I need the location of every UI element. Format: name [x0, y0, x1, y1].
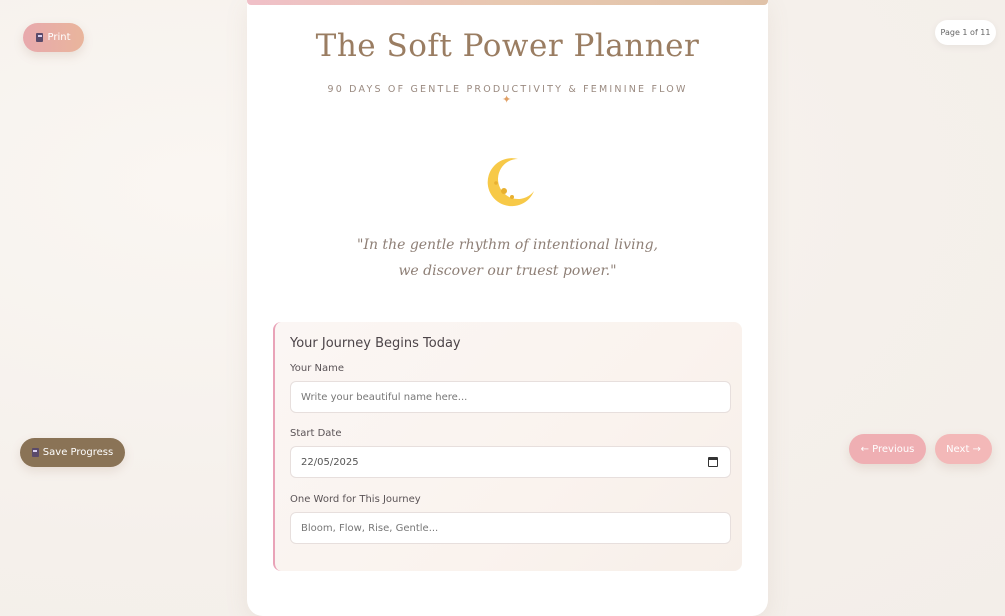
page-title: The Soft Power Planner	[315, 28, 700, 64]
sparkle-icon: ✦	[502, 93, 512, 106]
quote-line-2: we discover our truest power."	[398, 263, 617, 279]
next-button[interactable]: Next →	[935, 434, 992, 464]
journey-word-input[interactable]	[290, 512, 731, 544]
planner-page: The Soft Power Planner 90 DAYS OF GENTLE…	[247, 0, 768, 616]
previous-button[interactable]: ← Previous	[849, 434, 926, 464]
page-accent-bar	[247, 0, 768, 5]
calendar-icon[interactable]	[708, 457, 718, 467]
floppy-disk-icon	[31, 448, 39, 457]
name-label: Your Name	[290, 363, 345, 374]
quote-line-1: "In the gentle rhythm of intentional liv…	[357, 237, 658, 253]
print-label: Print	[47, 32, 71, 43]
crescent-moon-icon	[487, 158, 534, 207]
page-indicator: Page 1 of 11	[935, 20, 996, 45]
print-button[interactable]: Print	[23, 23, 84, 52]
name-input[interactable]	[290, 381, 731, 413]
form-heading: Your Journey Begins Today	[290, 336, 461, 351]
inspirational-quote: "In the gentle rhythm of intentional liv…	[247, 232, 768, 284]
start-date-value: 22/05/2025	[301, 456, 359, 468]
journey-form: Your Journey Begins Today Your Name Star…	[273, 322, 742, 571]
save-progress-label: Save Progress	[42, 447, 114, 458]
journey-word-label: One Word for This Journey	[290, 494, 421, 505]
start-date-input[interactable]: 22/05/2025	[290, 446, 731, 478]
save-progress-button[interactable]: Save Progress	[20, 438, 125, 467]
start-date-label: Start Date	[290, 428, 342, 439]
printer-icon	[36, 33, 44, 42]
